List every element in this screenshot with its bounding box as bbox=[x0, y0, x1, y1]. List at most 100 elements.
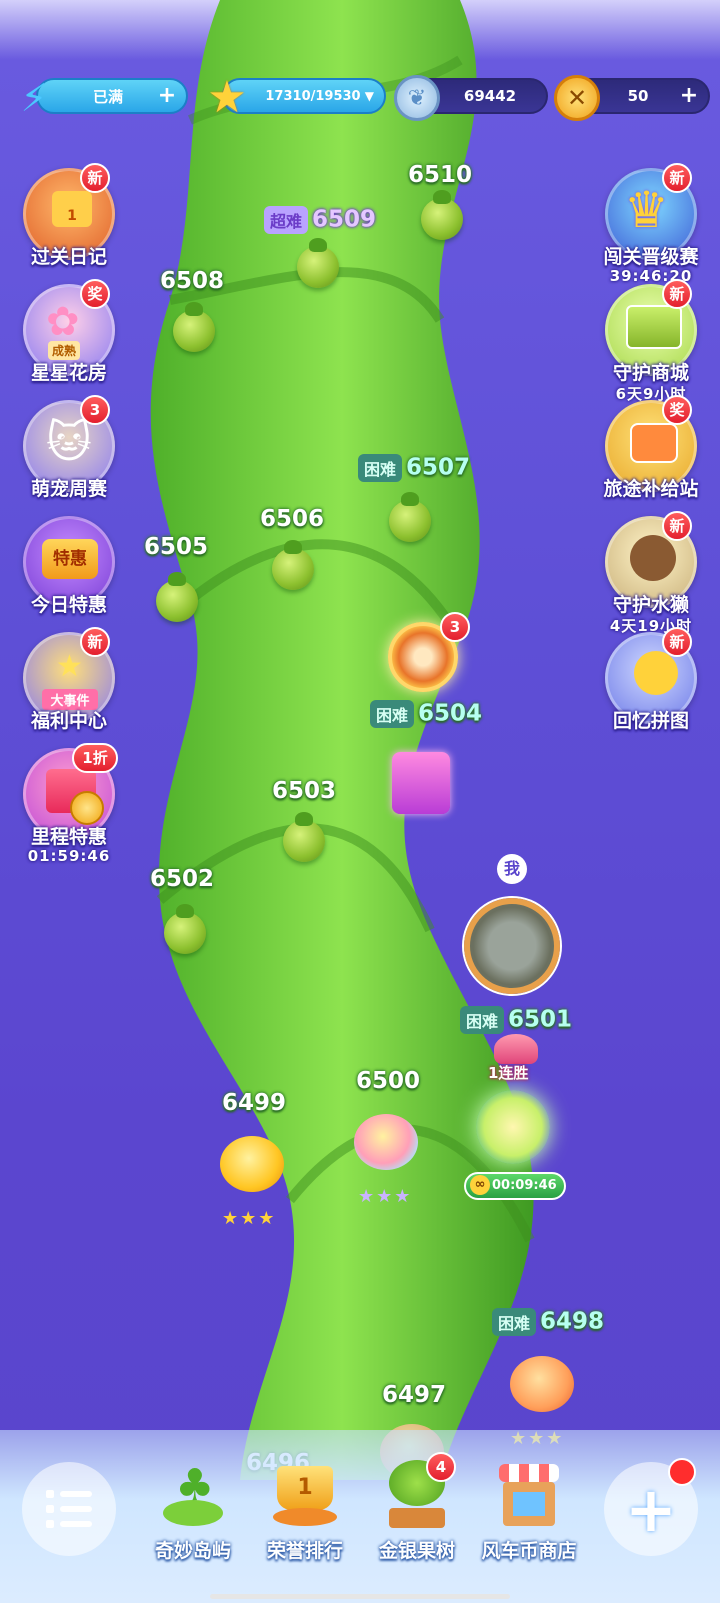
party-hat-icon: ★ bbox=[56, 649, 83, 684]
gift-timer-value: 00:09:46 bbox=[492, 1178, 557, 1193]
level-pod[interactable] bbox=[164, 904, 206, 954]
dropdown-arrow-icon: ▼ bbox=[364, 89, 374, 103]
right-btn-guardian-shop[interactable]: 新 守护商城 6天9小时 bbox=[596, 279, 706, 404]
level-6500[interactable]: 6500 bbox=[356, 1068, 420, 1094]
crown-shield-icon: ♛ bbox=[624, 181, 669, 239]
shop-stall-icon bbox=[491, 1460, 567, 1530]
level-6502[interactable]: 6502 bbox=[150, 866, 214, 892]
right-btn-guardian-otter[interactable]: 新 守护水獭 4天19小时 bbox=[596, 511, 706, 636]
level-6508[interactable]: 6508 bbox=[160, 268, 224, 294]
left-btn-pet-weekly[interactable]: 🐱 3 萌宠周赛 bbox=[14, 395, 124, 501]
hard-tag: 困难 bbox=[370, 700, 415, 728]
level-6501[interactable]: 困难 6501 bbox=[460, 1006, 572, 1034]
home-indicator[interactable] bbox=[210, 1594, 510, 1599]
menu-button[interactable] bbox=[22, 1462, 116, 1556]
left-btn-label: 星星花房 bbox=[30, 362, 107, 384]
level-6507[interactable]: 困难 6507 bbox=[358, 454, 470, 482]
new-badge: 新 bbox=[662, 279, 692, 309]
level-number: 6509 bbox=[312, 206, 377, 233]
level-number: 6507 bbox=[406, 454, 471, 481]
resource-bar: 已满 + ⚡ 17310/19530 ▼ ★ 69442 ❦ 50 + ✕ bbox=[0, 72, 720, 123]
rating-stars: ★★★ bbox=[222, 1208, 277, 1229]
level-6509[interactable]: 超难 6509 bbox=[264, 206, 376, 234]
level-pod[interactable] bbox=[421, 190, 463, 240]
coin-icon bbox=[70, 791, 104, 825]
level-pod[interactable] bbox=[283, 812, 325, 862]
me-label: 我 bbox=[497, 854, 527, 884]
hard-tag: 困难 bbox=[460, 1006, 505, 1034]
level-6498[interactable]: 困难 6498 bbox=[492, 1308, 604, 1336]
level-6505[interactable]: 6505 bbox=[144, 534, 208, 560]
new-badge: 新 bbox=[662, 163, 692, 193]
nav-gold-silver-tree[interactable]: 4 金银果树 bbox=[362, 1452, 472, 1563]
left-btn-star-greenhouse[interactable]: ✿ 成熟 奖 星星花房 bbox=[14, 279, 124, 385]
player-avatar[interactable] bbox=[464, 898, 560, 994]
right-btn-memory-puzzle[interactable]: 新 回忆拼图 bbox=[596, 627, 706, 733]
right-btn-label: 守护商城 bbox=[612, 362, 689, 384]
hard-tag: 困难 bbox=[492, 1308, 537, 1336]
orange-fruit-level-icon[interactable] bbox=[510, 1356, 574, 1412]
nav-honor-ranking[interactable]: 1 荣誉排行 bbox=[250, 1460, 360, 1563]
level-pod[interactable] bbox=[272, 540, 314, 590]
energy-value: 已满 bbox=[92, 87, 123, 106]
right-btn-label: 旅途补给站 bbox=[603, 478, 699, 500]
right-btn-label: 回忆拼图 bbox=[612, 710, 689, 732]
spinner-count-badge: 3 bbox=[440, 612, 470, 642]
win-streak-label: 1连胜 bbox=[488, 1064, 529, 1082]
right-btn-level-tournament[interactable]: ♛ 新 闯关晋级赛 39:46:20 bbox=[596, 163, 706, 285]
chick-icon bbox=[634, 651, 678, 695]
right-btn-label: 守护水獭 bbox=[612, 594, 689, 616]
nav-label: 荣誉排行 bbox=[266, 1540, 343, 1562]
new-badge: 新 bbox=[662, 627, 692, 657]
hard-tag: 困难 bbox=[358, 454, 403, 482]
lightning-icon: ⚡ bbox=[20, 76, 48, 120]
level-pod[interactable] bbox=[389, 492, 431, 542]
stars-value: 17310/19530 bbox=[265, 88, 361, 104]
crown-streak-icon bbox=[494, 1034, 538, 1064]
reward-badge: 奖 bbox=[80, 279, 110, 309]
right-btn-label: 闯关晋级赛 bbox=[603, 246, 699, 268]
level-pod[interactable] bbox=[156, 572, 198, 622]
super-hard-tag: 超难 bbox=[264, 206, 309, 234]
left-btn-daily-deal[interactable]: 特惠 今日特惠 bbox=[14, 516, 124, 617]
energy-pill[interactable]: 已满 + bbox=[36, 78, 188, 114]
new-badge: 新 bbox=[662, 511, 692, 541]
right-btn-travel-supply[interactable]: 奖 旅途补给站 bbox=[596, 395, 706, 501]
current-level-gift-icon[interactable] bbox=[476, 1090, 550, 1164]
nav-windmill-coin-shop[interactable]: 风车币商店 bbox=[474, 1460, 584, 1563]
level-pod[interactable] bbox=[297, 238, 339, 288]
level-6499[interactable]: 6499 bbox=[222, 1090, 286, 1116]
left-btn-mileage-deal[interactable]: 1折 里程特惠 01:59:46 bbox=[14, 743, 124, 865]
nav-wonder-island[interactable]: ♣ 奇妙岛屿 bbox=[138, 1460, 248, 1563]
level-6504[interactable]: 困难 6504 bbox=[370, 700, 482, 728]
level-6497[interactable]: 6497 bbox=[382, 1382, 446, 1408]
golden-fruit-level-icon[interactable] bbox=[220, 1136, 284, 1192]
otter-icon bbox=[630, 535, 676, 581]
level-6506[interactable]: 6506 bbox=[260, 506, 324, 532]
cat-icon: 🐱 bbox=[46, 417, 92, 468]
gems-value: 69442 bbox=[463, 87, 517, 105]
level-6510[interactable]: 6510 bbox=[408, 162, 472, 188]
rainbow-fruit-level-icon[interactable] bbox=[354, 1114, 418, 1170]
notification-dot bbox=[668, 1458, 696, 1486]
shop-box-icon bbox=[626, 305, 682, 349]
star-icon: ★ bbox=[207, 71, 247, 123]
level-pod[interactable] bbox=[173, 302, 215, 352]
level-6503[interactable]: 6503 bbox=[272, 778, 336, 804]
coins-plus-icon[interactable]: + bbox=[678, 85, 700, 108]
countdown-timer: 39:46:20 bbox=[609, 267, 693, 285]
left-btn-welfare-center[interactable]: ★ 大事件 新 福利中心 bbox=[14, 627, 124, 733]
palm-island-icon: ♣ bbox=[155, 1460, 231, 1530]
left-btn-label: 今日特惠 bbox=[30, 594, 107, 616]
nav-label: 金银果树 bbox=[378, 1540, 455, 1562]
level-number: 6501 bbox=[508, 1006, 573, 1033]
gift-box-level-icon[interactable] bbox=[392, 752, 450, 814]
energy-plus-icon[interactable]: + bbox=[156, 85, 178, 108]
plus-icon: + bbox=[625, 1472, 677, 1546]
gift-timer-pill: ∞ 00:09:46 bbox=[464, 1172, 566, 1200]
left-btn-label: 过关日记 bbox=[30, 246, 107, 268]
left-btn-clear-diary[interactable]: 1 新 过关日记 bbox=[14, 163, 124, 269]
deal-tag-icon: 特惠 bbox=[42, 539, 98, 579]
count-badge: 3 bbox=[80, 395, 110, 425]
coins-value: 50 bbox=[627, 87, 649, 105]
